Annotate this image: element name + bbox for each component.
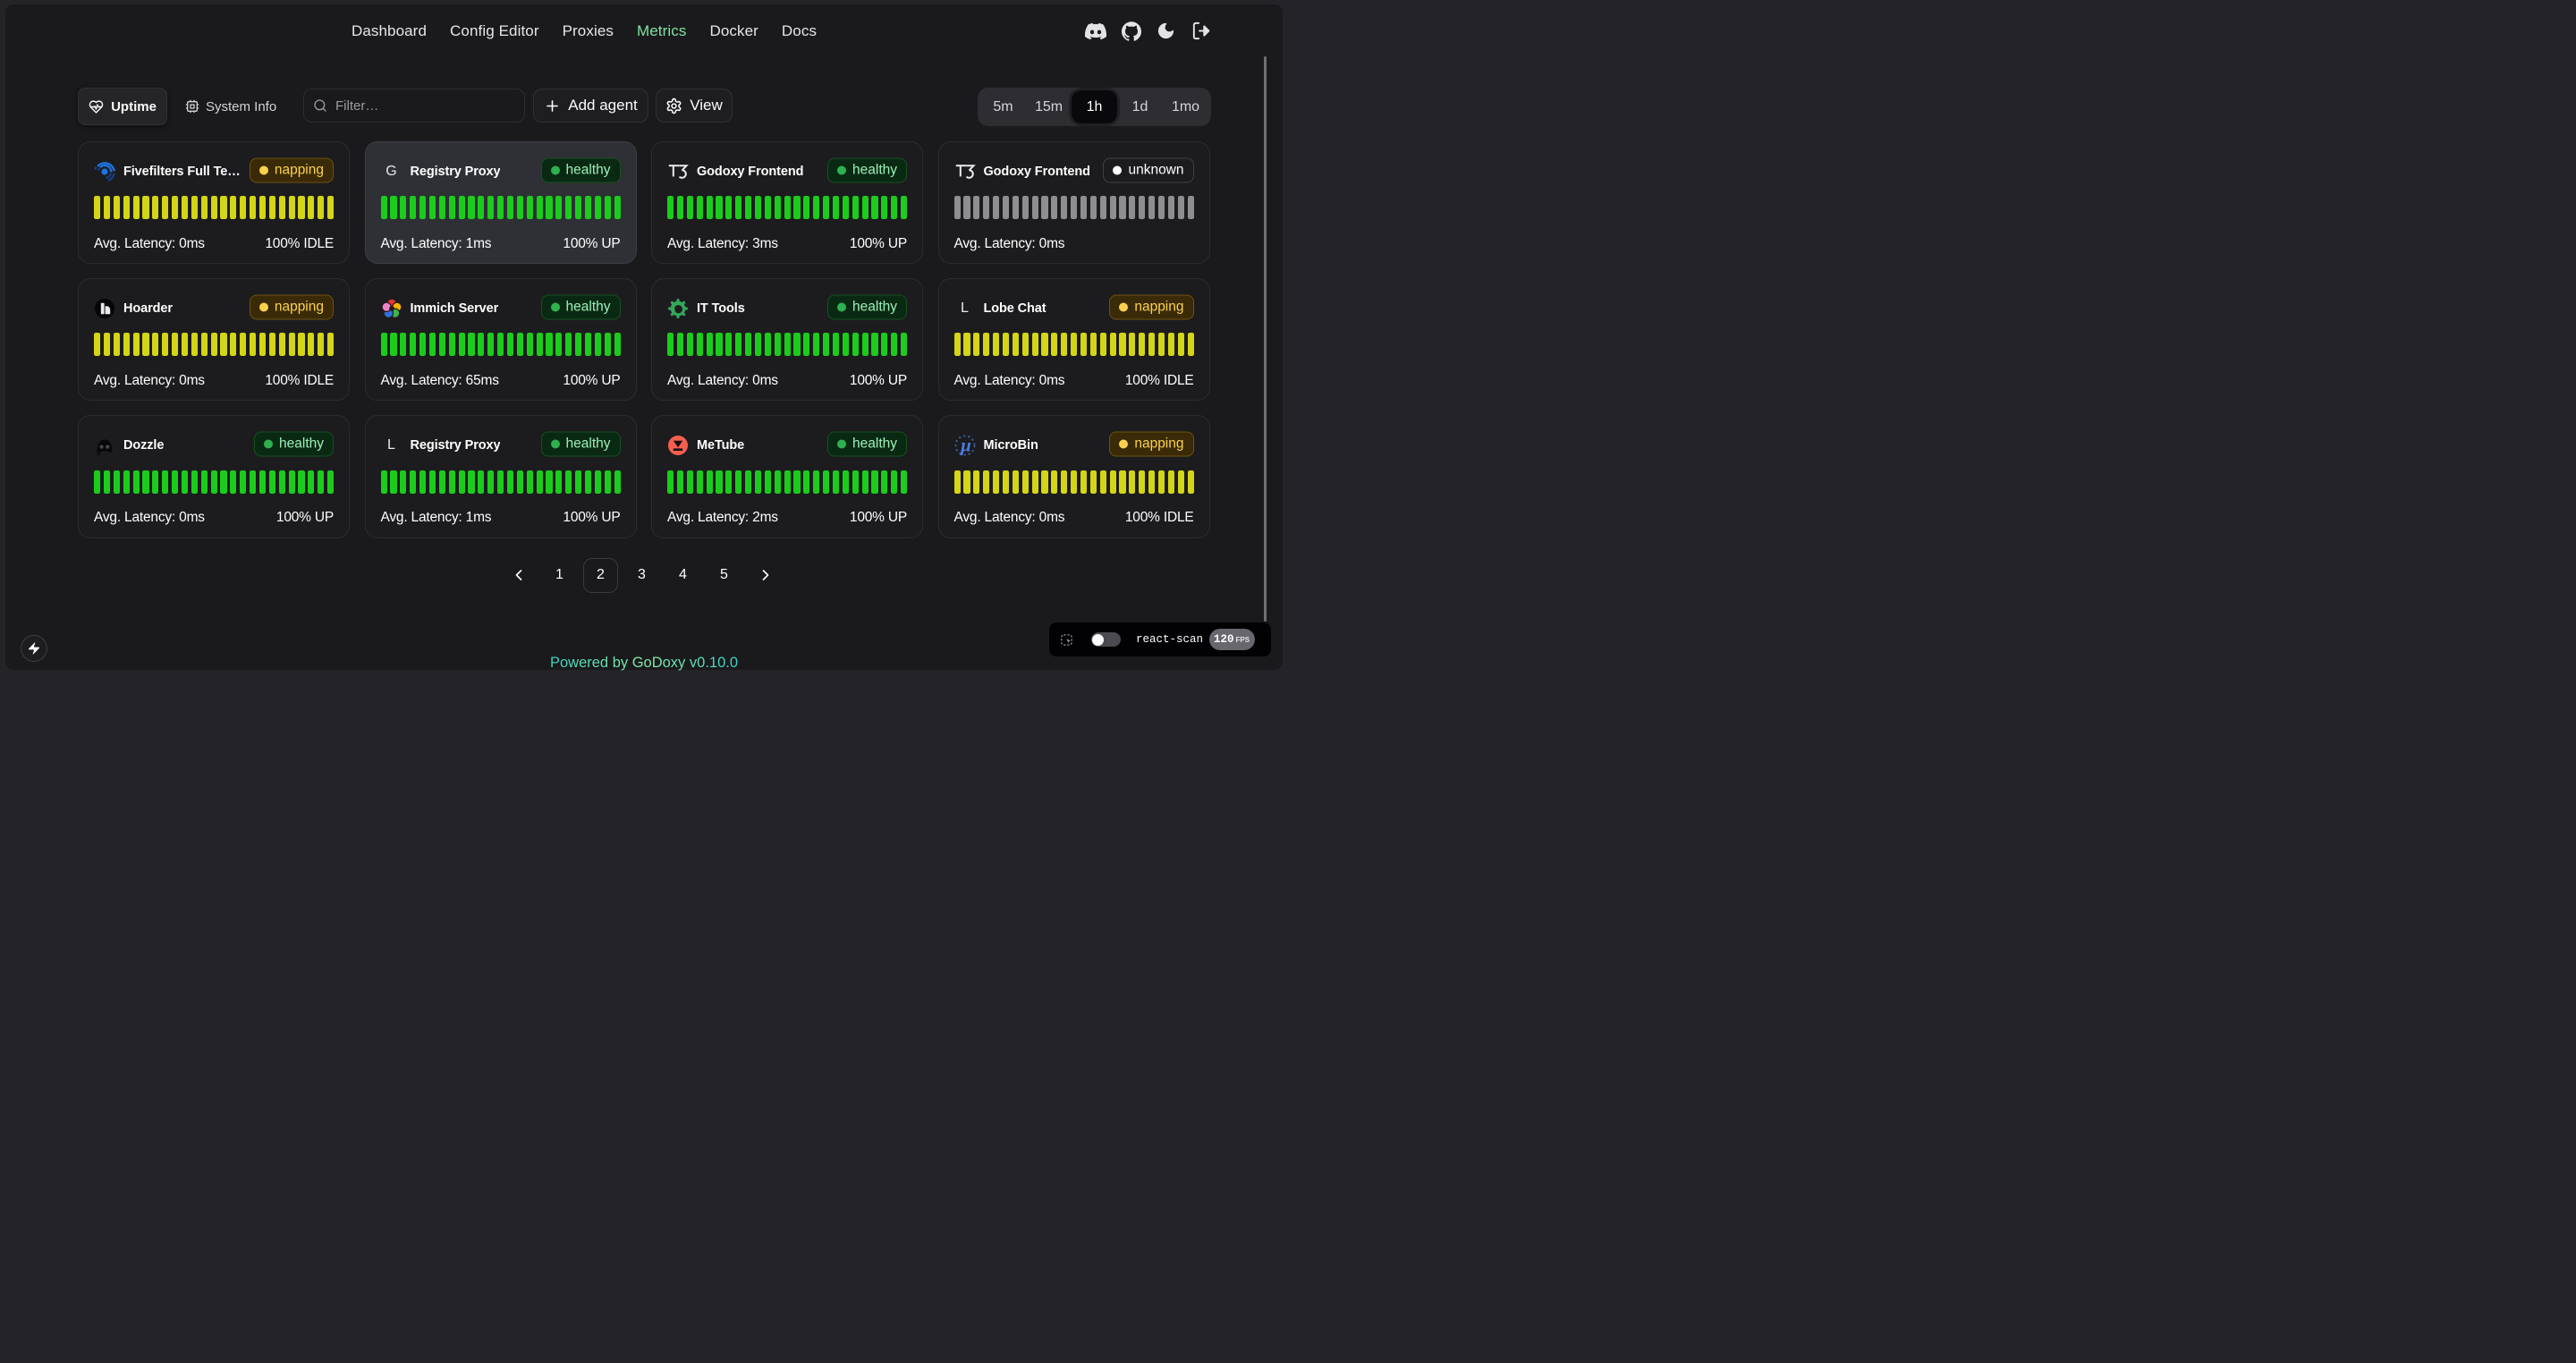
svg-text:μ: μ: [960, 435, 971, 455]
